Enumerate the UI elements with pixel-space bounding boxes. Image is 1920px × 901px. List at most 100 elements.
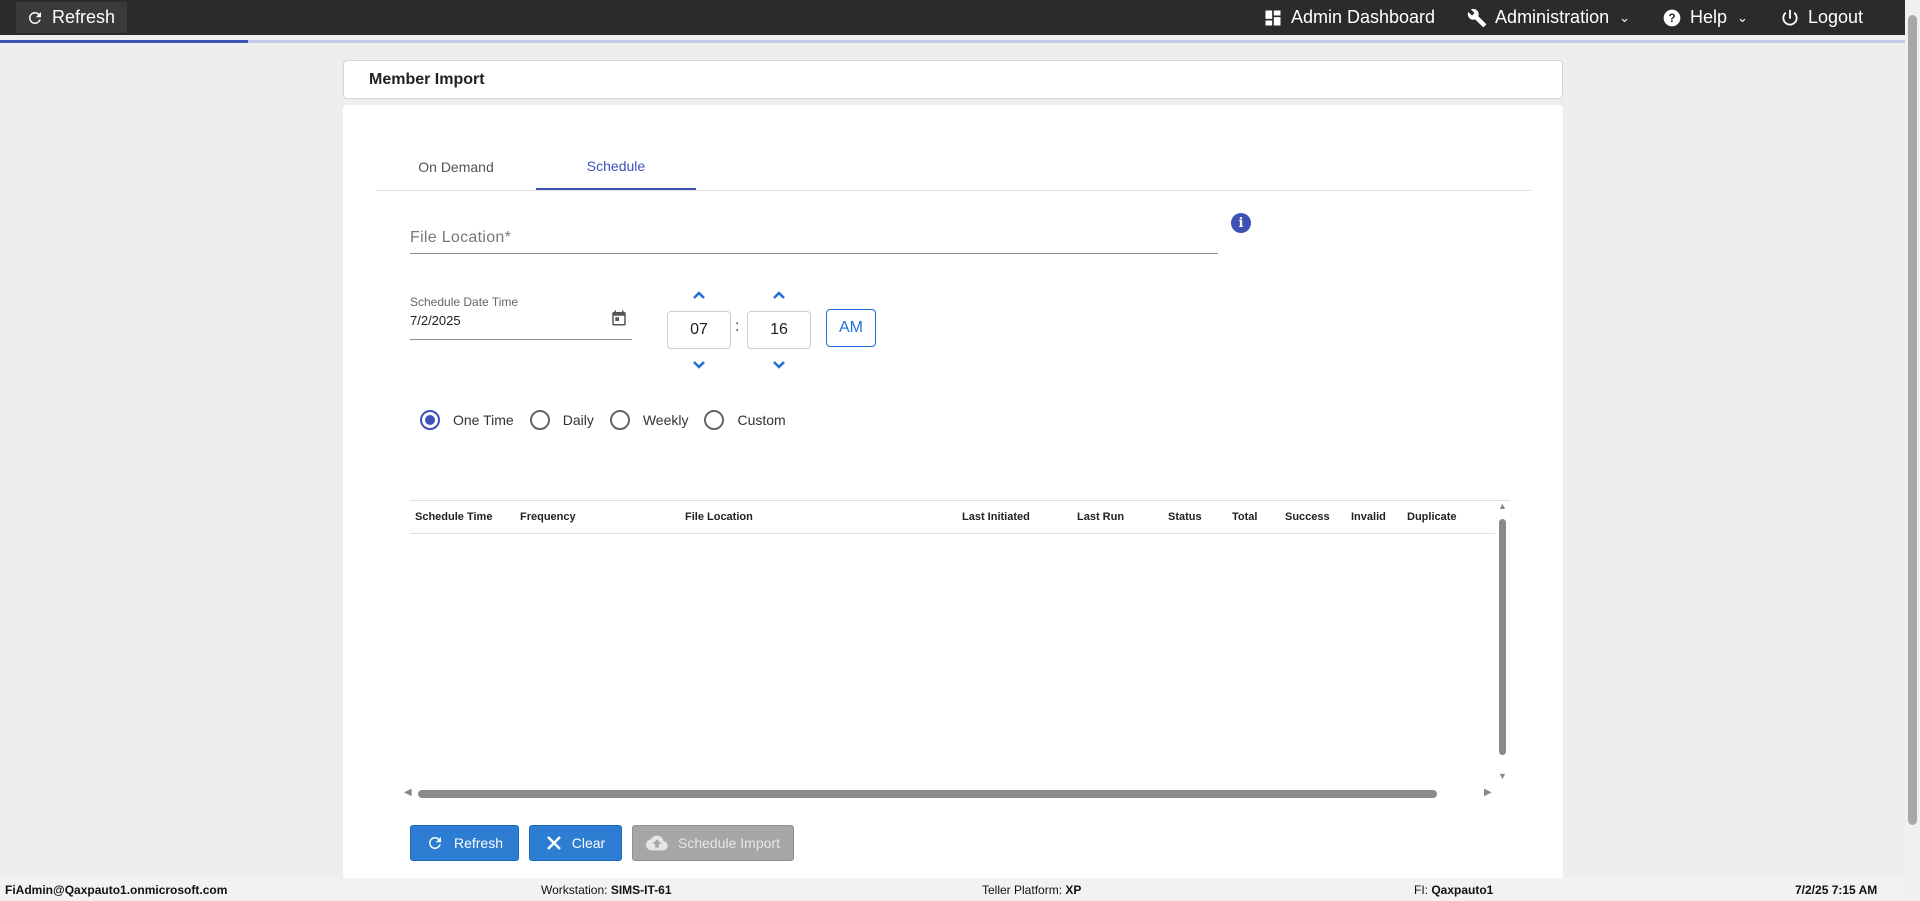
hour-up-button[interactable] xyxy=(667,285,731,305)
top-refresh-label: Refresh xyxy=(52,7,116,27)
time-separator: : xyxy=(735,318,740,335)
scroll-up-arrow-icon[interactable]: ▲ xyxy=(1498,501,1507,511)
info-icon[interactable]: i xyxy=(1231,213,1251,233)
logout-button[interactable]: Logout xyxy=(1780,7,1863,28)
file-location-field[interactable]: File Location* xyxy=(410,222,1218,254)
radio-unchecked-icon xyxy=(529,410,550,430)
close-icon xyxy=(546,836,561,850)
loading-progress-bar xyxy=(0,40,248,43)
col-last-initiated[interactable]: Last Initiated xyxy=(962,511,1030,523)
minute-spinner: 16 xyxy=(747,285,811,375)
hour-input[interactable]: 07 xyxy=(667,311,731,349)
hour-spinner: 07 xyxy=(667,285,731,375)
top-refresh-button[interactable]: Refresh xyxy=(16,2,128,33)
logout-label: Logout xyxy=(1807,7,1863,27)
scroll-left-arrow-icon[interactable]: ◀ xyxy=(404,787,412,798)
col-success[interactable]: Success xyxy=(1285,511,1330,523)
scroll-right-arrow-icon[interactable]: ▶ xyxy=(1484,787,1492,798)
chevron-down-icon: ⌄ xyxy=(1619,9,1630,25)
schedule-date-label: Schedule Date Time xyxy=(410,295,519,309)
radio-checked-icon xyxy=(420,410,440,430)
top-nav: Admin Dashboard Administration ⌄ ? Help … xyxy=(1263,0,1863,35)
radio-daily-label: Daily xyxy=(562,412,594,428)
radio-daily[interactable]: Daily xyxy=(529,410,594,430)
col-file-location[interactable]: File Location xyxy=(685,511,753,523)
admin-dashboard-label: Admin Dashboard xyxy=(1290,7,1436,27)
admin-dashboard-link[interactable]: Admin Dashboard xyxy=(1263,7,1435,28)
col-schedule-time[interactable]: Schedule Time xyxy=(415,511,492,523)
radio-weekly[interactable]: Weekly xyxy=(609,410,689,430)
table-header: Schedule Time Frequency File Location La… xyxy=(410,501,1495,534)
radio-one-time-label: One Time xyxy=(453,412,514,428)
col-status[interactable]: Status xyxy=(1168,511,1202,523)
administration-menu[interactable]: Administration ⌄ xyxy=(1467,7,1630,28)
status-bar: FiAdmin@Qaxpauto1.onmicrosoft.com Workst… xyxy=(0,878,1905,901)
status-fi: FI: Qaxpauto1 xyxy=(1414,883,1493,897)
platform-label: Teller Platform: xyxy=(982,883,1066,897)
col-frequency[interactable]: Frequency xyxy=(520,511,576,523)
page-scrollbar-thumb[interactable] xyxy=(1908,15,1917,825)
tab-on-demand-label: On Demand xyxy=(418,158,494,175)
col-last-run[interactable]: Last Run xyxy=(1077,511,1124,523)
schedule-date-value: 7/2/2025 xyxy=(410,313,461,328)
refresh-icon xyxy=(28,11,41,24)
radio-unchecked-icon xyxy=(609,410,630,430)
dashboard-icon xyxy=(1265,10,1281,25)
clear-button[interactable]: Clear xyxy=(529,825,622,861)
schedule-table: Schedule Time Frequency File Location La… xyxy=(404,500,1510,798)
calendar-icon[interactable] xyxy=(610,309,628,327)
scroll-down-arrow-icon[interactable]: ▼ xyxy=(1498,771,1507,781)
col-total[interactable]: Total xyxy=(1232,511,1257,523)
workstation-value: SIMS-IT-61 xyxy=(610,883,672,897)
platform-value: XP xyxy=(1065,883,1082,897)
help-label: Help xyxy=(1690,7,1728,27)
wrench-icon xyxy=(1467,8,1487,27)
col-duplicate[interactable]: Duplicate xyxy=(1407,511,1457,523)
schedule-import-button[interactable]: Schedule Import xyxy=(632,825,794,861)
radio-one-time[interactable]: One Time xyxy=(420,410,514,430)
workstation-label: Workstation: xyxy=(541,883,611,897)
table-horizontal-scrollbar[interactable]: ◀ ▶ xyxy=(402,786,1502,801)
page-header: Member Import xyxy=(343,60,1563,99)
status-workstation: Workstation: SIMS-IT-61 xyxy=(541,883,672,897)
top-navbar: Refresh Admin Dashboard Administration ⌄… xyxy=(0,0,1905,35)
minute-up-button[interactable] xyxy=(747,285,811,305)
chevron-up-icon xyxy=(773,291,785,299)
table-vertical-scrollbar[interactable]: ▲ ▼ xyxy=(1495,501,1510,786)
status-platform: Teller Platform: XP xyxy=(982,883,1081,897)
tab-bar: On Demand Schedule xyxy=(376,143,1531,191)
chevron-down-icon xyxy=(693,361,705,369)
minute-down-button[interactable] xyxy=(747,355,811,375)
status-user: FiAdmin@Qaxpauto1.onmicrosoft.com xyxy=(5,883,228,897)
ampm-toggle-button[interactable]: AM xyxy=(826,309,876,347)
refresh-button-label: Refresh xyxy=(453,835,504,851)
schedule-date-field[interactable]: Schedule Date Time 7/2/2025 xyxy=(410,295,632,340)
schedule-import-label: Schedule Import xyxy=(678,835,780,851)
fi-value: Qaxpauto1 xyxy=(1431,883,1494,897)
minute-input[interactable]: 16 xyxy=(747,311,811,349)
radio-weekly-label: Weekly xyxy=(642,412,689,428)
chevron-down-icon xyxy=(773,361,785,369)
radio-custom[interactable]: Custom xyxy=(704,410,786,430)
power-icon xyxy=(1782,9,1798,25)
chevron-up-icon xyxy=(693,291,705,299)
page-scrollbar[interactable] xyxy=(1905,0,1920,901)
clear-button-label: Clear xyxy=(571,835,606,851)
table-horizontal-thumb[interactable] xyxy=(418,790,1437,798)
administration-label: Administration xyxy=(1495,7,1610,27)
radio-custom-label: Custom xyxy=(737,412,786,428)
refresh-button[interactable]: Refresh xyxy=(410,825,519,861)
status-datetime: 7/2/25 7:15 AM xyxy=(1795,883,1878,897)
help-menu[interactable]: ? Help ⌄ xyxy=(1662,7,1748,28)
hour-down-button[interactable] xyxy=(667,355,731,375)
tab-schedule[interactable]: Schedule xyxy=(536,143,696,190)
chevron-down-icon: ⌄ xyxy=(1737,9,1748,25)
refresh-icon xyxy=(428,837,441,849)
main-card: On Demand Schedule File Location* i Sche… xyxy=(343,105,1563,880)
table-vertical-thumb[interactable] xyxy=(1499,519,1506,755)
col-invalid[interactable]: Invalid xyxy=(1351,511,1386,523)
help-icon: ? xyxy=(1663,9,1681,26)
tab-on-demand[interactable]: On Demand xyxy=(376,143,536,190)
radio-unchecked-icon xyxy=(704,410,725,430)
page-title: Member Import xyxy=(369,70,485,88)
